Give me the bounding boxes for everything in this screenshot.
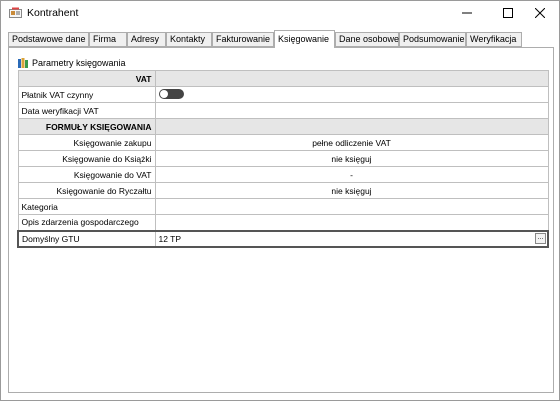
ks-zakupu-row[interactable]: Księgowanie zakupu pełne odliczenie VAT [17, 134, 549, 151]
window: Kontrahent Podstawowe dane Firma Adresy … [0, 0, 560, 401]
platnik-vat-row[interactable]: Płatnik VAT czynny [17, 86, 549, 103]
close-icon [535, 8, 545, 18]
formuly-header-value [154, 118, 549, 135]
tab-panel-ksiegowanie: Parametry księgowania VAT Płatnik VAT cz… [8, 47, 554, 393]
minimize-icon [462, 12, 472, 14]
section-caption: Parametry księgowania [17, 56, 126, 70]
tab-podsumowanie[interactable]: Podsumowanie [399, 32, 466, 47]
data-weryfikacji-value[interactable] [154, 102, 549, 119]
opis-value[interactable] [154, 214, 549, 231]
maximize-icon [503, 8, 513, 18]
tab-adresy[interactable]: Adresy [127, 32, 166, 47]
ks-ryczaltu-row[interactable]: Księgowanie do Ryczałtu nie księguj [17, 182, 549, 199]
opis-label: Opis zdarzenia gospodarczego [17, 214, 156, 231]
formuly-header-row: FORMUŁY KSIĘGOWANIA [17, 118, 549, 135]
data-weryfikacji-label: Data weryfikacji VAT [17, 102, 156, 119]
books-icon [18, 58, 28, 68]
kategoria-row[interactable]: Kategoria [17, 198, 549, 215]
ks-vat-label: Księgowanie do VAT [17, 166, 156, 183]
gtu-label: Domyślny GTU [17, 229, 156, 248]
kategoria-label: Kategoria [17, 198, 156, 215]
ks-ksiazki-label: Księgowanie do Książki [17, 150, 156, 167]
app-icon [9, 7, 22, 18]
vat-header-row: VAT [17, 70, 549, 87]
tab-ksiegowanie[interactable]: Księgowanie [274, 30, 335, 48]
opis-row[interactable]: Opis zdarzenia gospodarczego [17, 214, 549, 231]
ks-ksiazki-value[interactable]: nie księguj [154, 150, 549, 167]
vat-header-value [154, 70, 549, 87]
close-button[interactable] [520, 1, 560, 25]
tab-podstawowe-dane[interactable]: Podstawowe dane [8, 32, 89, 47]
data-weryfikacji-row[interactable]: Data weryfikacji VAT [17, 102, 549, 119]
formuly-header: FORMUŁY KSIĘGOWANIA [17, 118, 156, 135]
tab-strip: Podstawowe dane Firma Adresy Kontakty Fa… [8, 30, 554, 48]
tab-kontakty[interactable]: Kontakty [166, 32, 212, 47]
ks-vat-value[interactable]: - [154, 166, 549, 183]
tab-weryfikacja[interactable]: Weryfikacja [466, 32, 522, 47]
gtu-browse-button[interactable]: ... [535, 232, 546, 244]
ks-zakupu-value[interactable]: pełne odliczenie VAT [154, 134, 549, 151]
ks-ksiazki-row[interactable]: Księgowanie do Książki nie księguj [17, 150, 549, 167]
gtu-row[interactable]: Domyślny GTU 12 TP ... [17, 229, 549, 248]
ks-zakupu-label: Księgowanie zakupu [17, 134, 156, 151]
ks-ryczaltu-label: Księgowanie do Ryczałtu [17, 182, 156, 199]
platnik-vat-cell[interactable] [154, 86, 549, 103]
gtu-value[interactable]: 12 TP [159, 234, 182, 244]
vat-header: VAT [17, 70, 156, 87]
minimize-button[interactable] [447, 1, 487, 25]
tab-dane-osobowe[interactable]: Dane osobowe [335, 32, 399, 47]
title-bar: Kontrahent [1, 1, 559, 27]
ks-ryczaltu-value[interactable]: nie księguj [154, 182, 549, 199]
platnik-vat-label: Płatnik VAT czynny [17, 86, 156, 103]
accounting-params-grid: VAT Płatnik VAT czynny Data weryfikacji … [17, 70, 549, 248]
kategoria-value[interactable] [154, 198, 549, 215]
section-title: Parametry księgowania [32, 58, 126, 68]
gtu-cell[interactable]: 12 TP ... [154, 229, 549, 248]
window-title: Kontrahent [27, 7, 79, 19]
ks-vat-row[interactable]: Księgowanie do VAT - [17, 166, 549, 183]
tab-firma[interactable]: Firma [89, 32, 127, 47]
platnik-vat-toggle[interactable] [158, 88, 184, 99]
tab-fakturowanie[interactable]: Fakturowanie [212, 32, 274, 47]
